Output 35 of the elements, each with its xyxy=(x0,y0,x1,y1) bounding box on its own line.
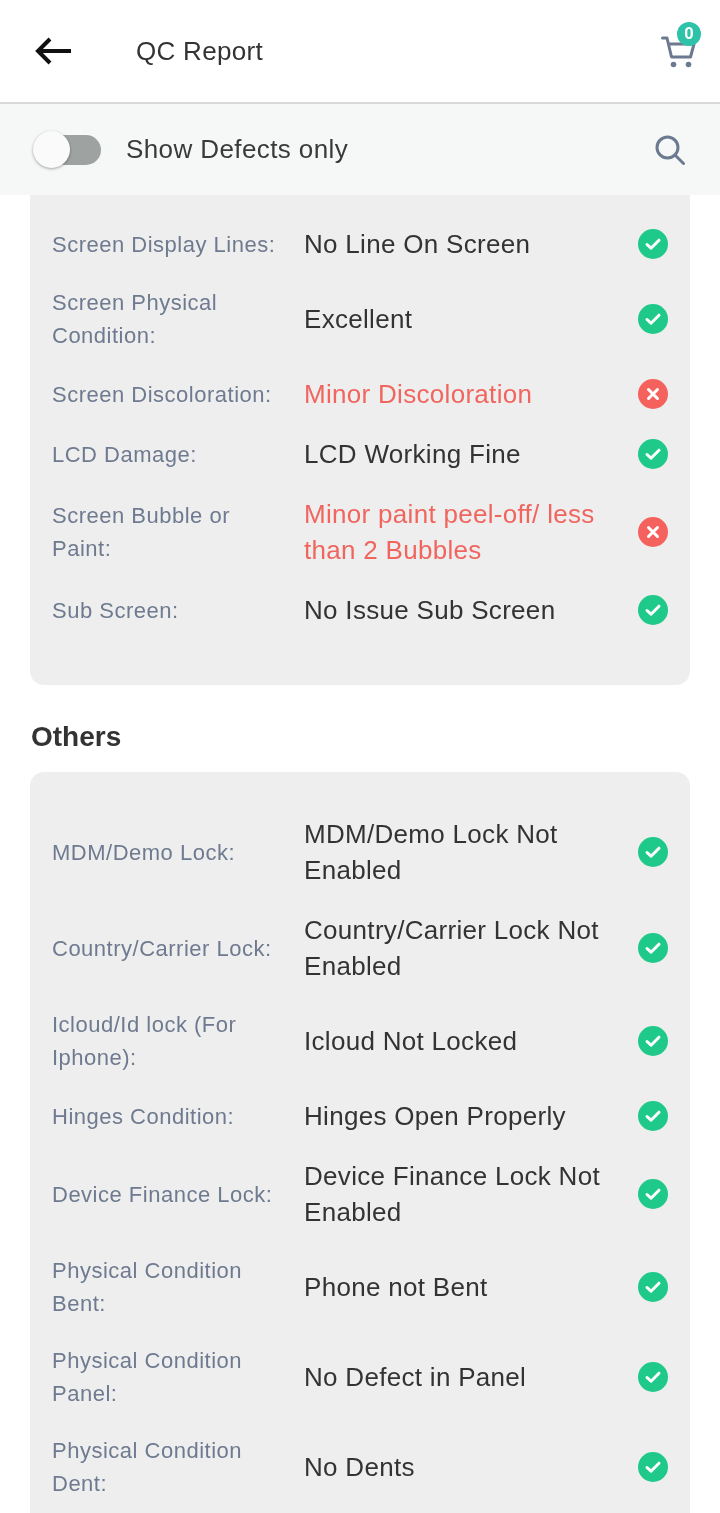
field-value: Icloud Not Locked xyxy=(304,1025,519,1058)
field-value: LCD Working Fine xyxy=(304,438,522,471)
cart-count-badge: 0 xyxy=(677,22,701,46)
field-value: No Dents xyxy=(304,1451,416,1484)
field-label: Device Finance Lock: xyxy=(52,1180,274,1209)
field-label: Country/Carrier Lock: xyxy=(52,934,273,963)
field-value: No Defect in Panel xyxy=(304,1361,528,1394)
field-value: Phone not Bent xyxy=(304,1271,489,1304)
field-value: Minor paint peel-off/ less than 2 Bubbles xyxy=(304,498,596,567)
field-label: LCD Damage: xyxy=(52,440,198,469)
field-label: Screen Bubble or Paint: xyxy=(52,502,231,563)
field-label: Screen Discoloration: xyxy=(52,380,273,409)
field-value: No Issue Sub Screen xyxy=(304,594,557,627)
field-value: Country/Carrier Lock Not Enabled xyxy=(304,914,600,983)
field-label: Physical Condition Bent: xyxy=(52,1257,243,1318)
section-heading: Others xyxy=(31,720,123,754)
field-label: MDM/Demo Lock: xyxy=(52,838,237,867)
field-value: No Line On Screen xyxy=(304,228,532,261)
field-label: Physical Condition Dent: xyxy=(52,1437,243,1498)
toggle-label: Show Defects only xyxy=(126,134,349,165)
field-value: Hinges Open Properly xyxy=(304,1100,567,1133)
field-value: MDM/Demo Lock Not Enabled xyxy=(304,818,559,887)
field-label: Sub Screen: xyxy=(52,596,180,625)
back-arrow-icon[interactable] xyxy=(33,35,73,67)
field-label: Icloud/Id lock (For Iphone): xyxy=(52,1011,238,1072)
field-value: Device Finance Lock Not Enabled xyxy=(304,1160,601,1229)
field-label: Screen Physical Condition: xyxy=(52,289,219,350)
search-icon[interactable] xyxy=(654,133,686,166)
field-label: Hinges Condition: xyxy=(52,1102,236,1131)
field-value: Minor Discoloration xyxy=(304,378,534,411)
field-label: Physical Condition Panel: xyxy=(52,1347,243,1408)
toggle-switch[interactable] xyxy=(33,130,101,169)
field-label: Screen Display Lines: xyxy=(52,230,277,259)
page-title: QC Report xyxy=(136,35,264,67)
field-value: Excellent xyxy=(304,303,414,336)
